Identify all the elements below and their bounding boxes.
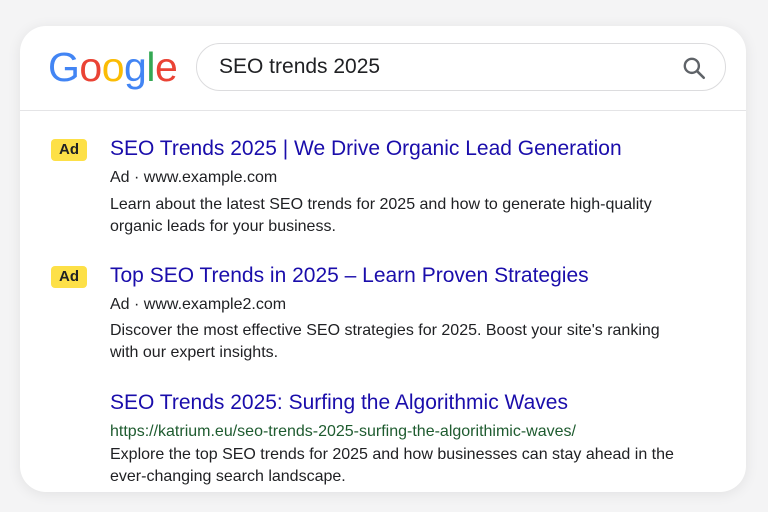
result-description: Explore the top SEO trends for 2025 and …	[110, 446, 674, 485]
result-url[interactable]: Ad · www.example.com	[110, 168, 277, 188]
result-title-link[interactable]: Top SEO Trends in 2025 – Learn Proven St…	[110, 263, 589, 289]
result-description: Discover the most effective SEO strategi…	[110, 322, 660, 361]
result-title-link[interactable]: SEO Trends 2025: Surfing the Algorithmic…	[110, 390, 568, 416]
search-input[interactable]	[219, 44, 669, 90]
logo-letter: g	[124, 44, 147, 90]
google-logo[interactable]: Google	[48, 42, 178, 92]
logo-letter: e	[154, 44, 178, 90]
logo-letter: o	[101, 44, 125, 90]
search-box[interactable]	[196, 43, 726, 91]
logo-letter: G	[48, 44, 80, 90]
result-url[interactable]: Ad · www.example2.com	[110, 295, 286, 315]
search-header: Google	[20, 26, 746, 111]
search-icon[interactable]	[681, 55, 707, 81]
result-title-link[interactable]: SEO Trends 2025 | We Drive Organic Lead …	[110, 136, 622, 162]
search-results-card: Google Ad SEO Trends 2025 | We Drive Org…	[20, 26, 746, 492]
ad-badge: Ad	[51, 139, 87, 161]
result-url[interactable]: https://katrium.eu/seo-trends-2025-surfi…	[110, 422, 576, 442]
logo-letter: o	[79, 44, 102, 90]
result-description: Learn about the latest SEO trends for 20…	[110, 196, 652, 235]
logo-letter: l	[146, 44, 155, 90]
ad-badge: Ad	[51, 266, 87, 288]
